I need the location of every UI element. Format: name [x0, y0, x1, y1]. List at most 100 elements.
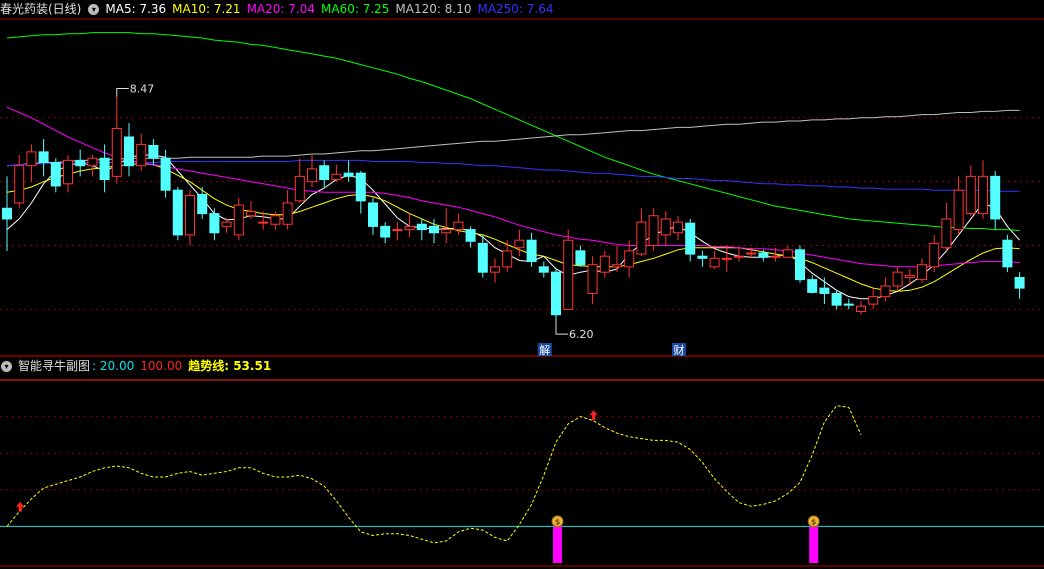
candle-body-up: [563, 239, 574, 310]
candle-body-up: [880, 285, 891, 298]
candle-body-down: [429, 225, 439, 234]
collapse-icon[interactable]: ▾: [1, 361, 12, 372]
candle-body-up: [136, 143, 147, 167]
candle-body-down: [368, 202, 378, 227]
candle-body-up: [185, 195, 195, 236]
candle-body-down: [209, 213, 220, 234]
candle-body-down: [538, 266, 549, 273]
chart-svg: 8.47 6.20 解 财 $ $: [0, 18, 1044, 567]
candle-body-down: [38, 151, 49, 164]
candle-body-up: [490, 266, 500, 273]
up-arrow-icon: [16, 501, 25, 512]
ma-legend-item: MA10: 7.21: [172, 2, 241, 16]
candle-body-down: [697, 255, 708, 259]
candle-body-down: [1002, 239, 1013, 268]
indicator-title: 智能寻牛副图: [18, 359, 91, 373]
ma-legend: MA5: 7.36 MA10: 7.21 MA20: 7.04 MA60: 7.25 M…: [105, 2, 559, 16]
candle-body-down: [1014, 276, 1025, 289]
high-marker-line: [116, 88, 129, 97]
candle-body-down: [99, 157, 110, 181]
low-marker-line: [555, 320, 568, 335]
ma-line-ma5: [6, 154, 1020, 300]
candle-body-up: [453, 221, 464, 231]
candle-body-up: [331, 173, 342, 181]
ma-line-ma250: [6, 159, 1020, 192]
ma-legend-item: MA120: 8.10: [395, 2, 472, 16]
candle-body-down: [843, 303, 854, 306]
candle-body-up: [87, 157, 98, 167]
candle-body-down: [526, 239, 537, 263]
ma-legend-item: MA250: 7.64: [477, 2, 554, 16]
candle-body-up: [246, 210, 256, 217]
candle-body-up: [14, 165, 25, 204]
candle-body-down: [990, 175, 1001, 220]
sub-header: ▾ 智能寻牛副图: 20.00 100.00 趋势线: 53.51: [0, 357, 283, 375]
candle-body-up: [392, 229, 403, 232]
candle-body-up: [782, 249, 793, 258]
candle-body-up: [660, 218, 671, 236]
candle-body-up: [770, 255, 781, 258]
main-header: 春光药装(日线) ▾ MA5: 7.36 MA10: 7.21 MA20: 7.04 MA…: [0, 0, 566, 18]
candle-body-up: [868, 296, 879, 305]
candle-body-up: [502, 250, 513, 268]
candle-body-down: [465, 229, 476, 242]
candle-body-up: [978, 175, 988, 215]
candle-body-up: [648, 215, 659, 247]
candle-body-down: [319, 165, 330, 181]
low-price-label: 6.20: [569, 328, 594, 341]
candle-body-up: [892, 271, 903, 287]
candle-body-up: [904, 274, 915, 278]
candle-body-down: [551, 271, 561, 316]
trend-line: [6, 405, 862, 544]
indicator-legend: : 20.00 100.00 趋势线: 53.51: [90, 359, 277, 373]
event-marker-label: 解: [539, 343, 550, 357]
candle-body-down: [831, 292, 842, 306]
candle-body-down: [148, 144, 159, 159]
up-arrow-icon: [589, 410, 598, 421]
candle-body-up: [965, 175, 976, 215]
candle-body-up: [917, 264, 927, 281]
indicator-legend-item: 趋势线: 53.51: [188, 359, 272, 373]
money-bag-glyph: $: [811, 517, 817, 526]
candle-body-up: [294, 175, 305, 202]
candle-body-down: [355, 172, 366, 202]
candle-body-down: [2, 207, 12, 220]
ma-line-ma60: [6, 32, 1020, 232]
candle-body-up: [636, 221, 647, 255]
candle-body-down: [50, 162, 61, 187]
candle-body-up: [307, 168, 317, 183]
indicator-legend-item: 100.00: [140, 359, 183, 373]
candle-body-up: [673, 221, 683, 234]
candle-body-up: [599, 255, 610, 273]
candle-body-up: [587, 264, 598, 294]
chart-stage: 8.47 6.20 解 财 $ $ 春光药装(日线) ▾ MA5: 7.36 MA10: 7.2…: [0, 0, 1044, 569]
candle-body-up: [111, 127, 122, 177]
candle-body-up: [612, 264, 622, 268]
ma-legend-item: MA60: 7.25: [321, 2, 390, 16]
ma-line-ma120: [6, 109, 1020, 167]
candle-body-down: [575, 250, 586, 266]
candle-body-up: [270, 215, 281, 225]
candle-body-down: [172, 189, 183, 236]
candle-body-down: [477, 242, 488, 273]
candle-body-down: [75, 159, 86, 167]
candle-body-up: [404, 225, 415, 231]
candle-body-up: [929, 242, 940, 268]
candle-body-down: [380, 225, 391, 238]
ma-legend-item: MA5: 7.36: [105, 2, 167, 16]
ma-line-ma10: [6, 163, 1020, 292]
candle-body-up: [26, 151, 37, 167]
candle-body-down: [819, 287, 830, 294]
candle-body-up: [624, 250, 635, 268]
candle-body-up: [941, 218, 952, 249]
candle-body-down: [160, 157, 171, 191]
collapse-icon[interactable]: ▾: [88, 4, 100, 15]
stock-title: 春光药装(日线): [0, 2, 82, 16]
ma-legend-item: MA20: 7.04: [246, 2, 315, 16]
candle-body-up: [953, 189, 964, 231]
candle-body-down: [197, 193, 208, 215]
candle-body-down: [795, 249, 805, 281]
candle-body-up: [221, 221, 232, 227]
candle-body-up: [282, 202, 293, 225]
candle-body-up: [746, 252, 757, 255]
